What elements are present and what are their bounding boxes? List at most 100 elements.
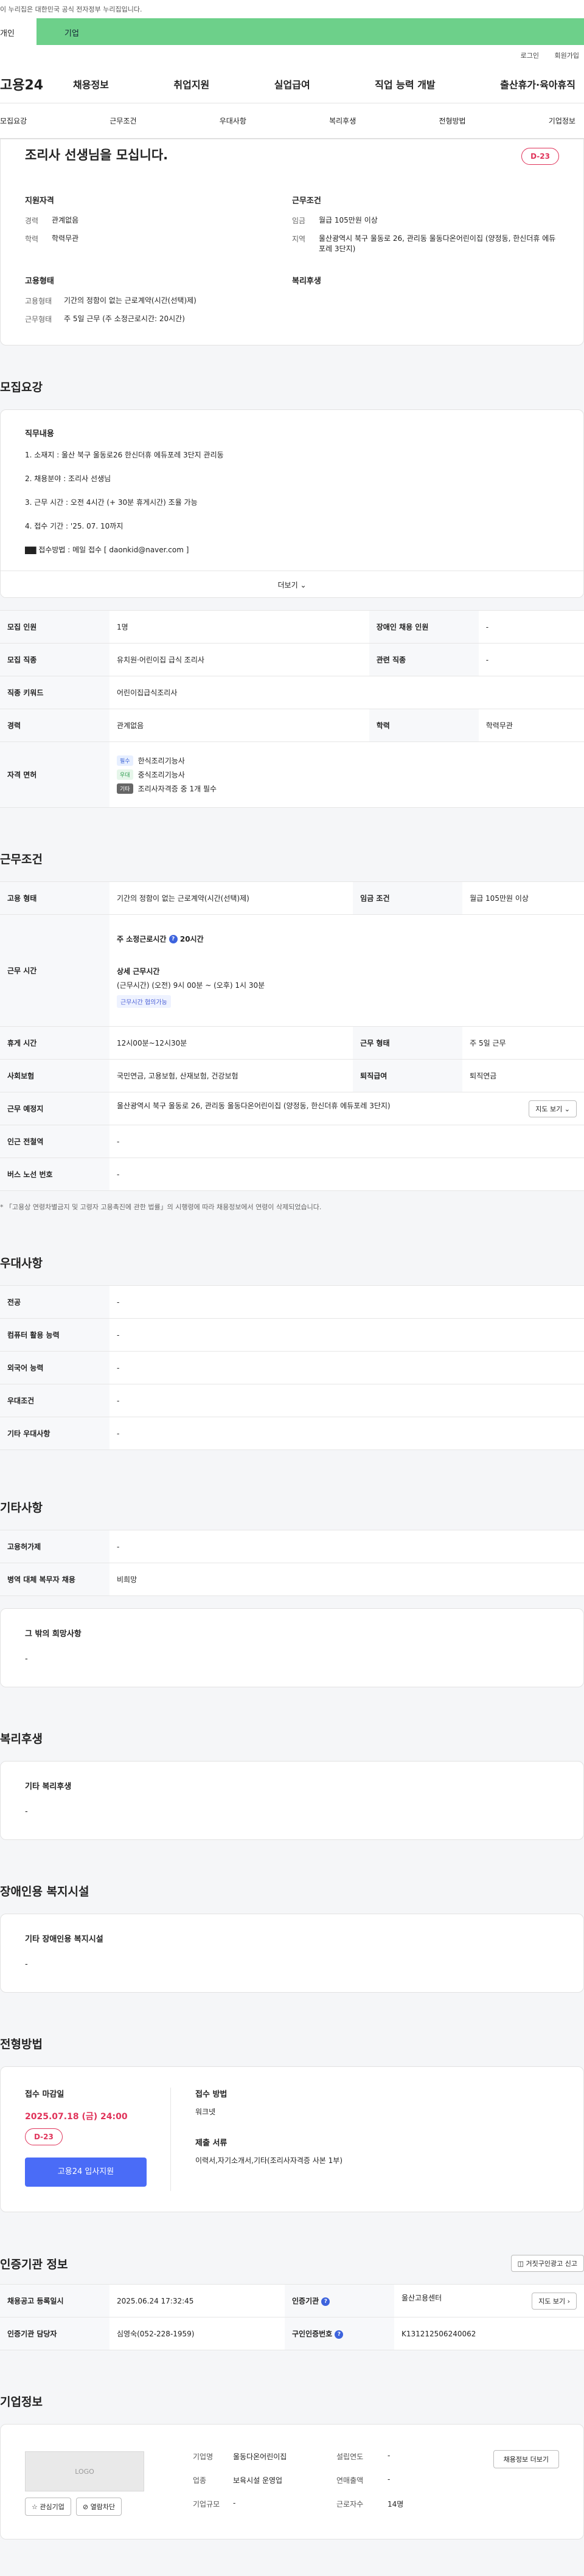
pref-value: - — [109, 1417, 584, 1450]
work-form-value: 주 5일 근무 (주 소정근로시간: 20시간) — [64, 314, 185, 323]
employees-label: 근로자수 — [336, 2500, 364, 2508]
year-value: - — [388, 2451, 391, 2460]
deadline-label: 접수 마감일 — [25, 2090, 64, 2099]
headcount-label: 모집 인원 — [0, 610, 109, 644]
weekly-label: 주 소정근로시간 — [117, 934, 167, 943]
block-label: 열람차단 — [90, 2503, 116, 2511]
section-cert-title: 인증기관 정보 — [0, 2258, 68, 2271]
employ-heading: 고용형태 — [25, 277, 54, 286]
login-link[interactable]: 로그인 — [521, 52, 539, 60]
anchor-pref[interactable]: 우대사항 — [220, 116, 246, 126]
join-link[interactable]: 회원가입 — [555, 52, 579, 60]
etc-label: 고용허가제 — [0, 1530, 109, 1563]
qual-edu-value: 학력무관 — [52, 234, 79, 243]
apply-button[interactable]: 고용24 입사지원 — [25, 2158, 147, 2187]
license-label: 자격 면허 — [0, 741, 109, 808]
pref-label: 기타 우대사항 — [0, 1417, 109, 1450]
gnb-support[interactable]: 취업지원 — [173, 77, 209, 91]
org-label: 인증기관 — [291, 2297, 319, 2305]
job-title: 조리사 선생님을 모십니다. — [25, 148, 169, 162]
disabled-label: 장애인 채용 인원 — [369, 610, 479, 644]
license-tag: 우대 — [117, 769, 133, 780]
welfare-label: 기타 복리후생 — [25, 1782, 72, 1791]
favorite-company-button[interactable]: ☆ 관심기업 — [25, 2498, 71, 2516]
question-icon[interactable]: ? — [335, 2330, 344, 2339]
gnb-leave[interactable]: 출산휴가·육아휴직 — [500, 77, 575, 91]
chevron-down-icon: ⌄ — [300, 581, 307, 589]
cond-wage-label: 임금 — [292, 217, 306, 225]
report-button[interactable]: ◫ 거짓구인광고 신고 — [510, 2255, 584, 2272]
manager-label: 인증기관 담당자 — [0, 2317, 109, 2350]
question-icon[interactable]: ? — [169, 935, 178, 943]
reg-value: 2025.06.24 17:32:45 — [109, 2284, 285, 2317]
gnb-training[interactable]: 직업 능력 개발 — [375, 77, 435, 91]
tab-person[interactable]: 개인 — [0, 18, 36, 45]
job-label: 모집 직종 — [0, 643, 109, 676]
cond-heading: 근무조건 — [292, 196, 321, 206]
anchor-work[interactable]: 근무조건 — [109, 116, 136, 126]
time-label: 근무 시간 — [0, 914, 109, 1027]
tab-company[interactable]: 기업 — [36, 18, 584, 45]
size-label: 기업규모 — [193, 2500, 220, 2508]
station-label: 인근 전철역 — [0, 1125, 109, 1158]
map-button-label: 지도 보기 — [535, 1105, 563, 1113]
duty-line: 2. 채용분야 : 조리사 선생님 — [25, 474, 111, 483]
break-value: 12시00분~12시30분 — [109, 1026, 353, 1060]
rel-job-value: - — [478, 643, 584, 676]
section-disabled-title: 장애인용 복지시설 — [0, 1840, 584, 1914]
cert-table: 채용공고 등록일시 2025.06.24 17:32:45 인증기관 ? 울산고… — [0, 2284, 584, 2350]
industry-label: 업종 — [193, 2476, 207, 2485]
work-form-label: 근무형태 — [25, 315, 52, 324]
job-summary-card: 조리사 선생님을 모십니다. D-23 지원자격 경력 관계없음 학력 학력무관 근… — [0, 139, 584, 345]
license-tag: 기타 — [117, 783, 133, 794]
welfare-heading: 복리후생 — [292, 277, 321, 286]
ident-value: K131212506240062 — [394, 2317, 584, 2350]
block-view-button[interactable]: ⊘ 열람차단 — [75, 2498, 122, 2516]
keyword-label: 직종 키워드 — [0, 676, 109, 709]
insurance-value: 국민연금, 고용보험, 산재보험, 건강보험 — [109, 1059, 353, 1092]
more-jobs-button[interactable]: 채용정보 더보기 — [493, 2450, 559, 2468]
section-welfare-title: 복리후생 — [0, 1687, 584, 1761]
anchor-welfare[interactable]: 복리후생 — [329, 116, 356, 126]
license-tag: 필수 — [117, 755, 133, 766]
wish-card: 그 밖의 희망사항 - — [0, 1608, 584, 1687]
work-table: 고용 형태 기간의 정함이 없는 근로계약(시간(선택)제) 임금 조건 월급 … — [0, 881, 584, 1191]
break-label: 휴게 시간 — [0, 1026, 109, 1060]
gnb-unemployment[interactable]: 실업급여 — [274, 77, 310, 91]
disabled-value: - — [478, 610, 584, 644]
company-logo-placeholder: LOGO — [25, 2451, 144, 2491]
rel-job-label: 관련 직종 — [369, 643, 479, 676]
pref-label: 전공 — [0, 1285, 109, 1319]
star-icon: ☆ — [32, 2503, 38, 2511]
etc-table: 고용허가제 - 병역 대체 복무자 채용 비희망 — [0, 1530, 584, 1596]
anchor-process[interactable]: 전형방법 — [439, 116, 465, 126]
pref-value: - — [109, 1285, 584, 1319]
company-name-value: 울동다온어린이집 — [233, 2453, 287, 2461]
form-label: 근무 형태 — [353, 1026, 463, 1060]
station-value: - — [109, 1125, 584, 1158]
disabled-fac-label: 기타 장애인용 복지시설 — [25, 1935, 103, 1944]
anchor-recruit[interactable]: 모집요강 — [0, 116, 27, 126]
pref-value: - — [109, 1351, 584, 1384]
section-company-title: 기업정보 — [0, 2350, 584, 2424]
form-value: 주 5일 근무 — [462, 1026, 584, 1060]
duty-line: 4. 접수 기간 : '25. 07. 10까지 — [25, 522, 123, 530]
more-button[interactable]: 더보기 ⌄ — [1, 571, 583, 597]
question-icon[interactable]: ? — [321, 2297, 330, 2306]
employees-value: 14명 — [388, 2500, 404, 2508]
org-map-button[interactable]: 지도 보기 › — [532, 2292, 577, 2310]
anchor-company[interactable]: 기업정보 — [549, 116, 575, 126]
company-name-label: 기업명 — [193, 2453, 214, 2461]
site-logo[interactable]: 고용24 — [0, 74, 73, 94]
duty-line: ▇▇ 접수방법 : 메일 접수 [ daonkid@naver.com ] — [25, 546, 189, 554]
career-value: 관계없음 — [109, 709, 369, 742]
keyword-value: 어린이집급식조리사 — [109, 676, 584, 709]
dday-badge: D-23 — [521, 148, 559, 165]
insurance-label: 사회보험 — [0, 1059, 109, 1092]
etc-value: 비희망 — [109, 1563, 584, 1596]
org-map-label: 지도 보기 — [538, 2297, 566, 2305]
map-button[interactable]: 지도 보기 ⌄ — [529, 1100, 577, 1117]
gnb-jobs[interactable]: 채용정보 — [73, 77, 109, 91]
size-value: - — [233, 2499, 236, 2507]
org-value: 울산고용센터 — [401, 2293, 442, 2302]
